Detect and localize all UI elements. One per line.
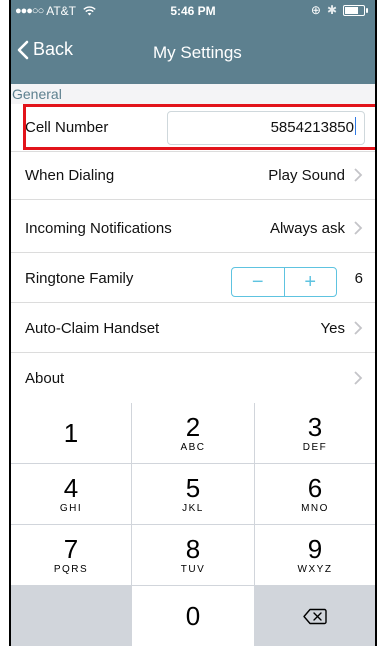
status-bar: ●●●○○ AT&T 5:46 PM ⊕ ✱	[11, 0, 375, 22]
page-title: My Settings	[153, 43, 242, 62]
cell-number-input[interactable]: 5854213850	[167, 111, 365, 145]
stepper-increment-button[interactable]: +	[283, 268, 337, 296]
key-letters: ABC	[180, 441, 206, 453]
key-8[interactable]: 8 TUV	[132, 525, 254, 585]
key-number: 5	[185, 472, 201, 503]
key-letters: GHI	[59, 502, 83, 514]
key-number: 7	[63, 533, 79, 564]
auto-claim-value: Yes	[320, 320, 345, 337]
key-number: 1	[63, 418, 79, 448]
key-4[interactable]: 4 GHI	[11, 464, 131, 524]
top-bar: ●●●○○ AT&T 5:46 PM ⊕ ✱ Back My Settings	[11, 0, 375, 84]
chevron-right-icon	[354, 168, 363, 182]
key-9[interactable]: 9 WXYZ	[255, 525, 375, 585]
text-cursor	[355, 117, 356, 135]
setting-row-ringtone-family: Ringtone Family − + 6	[11, 255, 375, 303]
status-icons: ⊕ ✱	[310, 3, 368, 17]
key-number: 4	[63, 472, 79, 503]
device-frame-right	[375, 0, 377, 646]
key-letters: MNO	[301, 502, 329, 514]
key-letters: DEF	[302, 441, 328, 453]
ringtone-family-value: 6	[354, 270, 363, 287]
bluetooth-icon: ✱	[326, 3, 337, 17]
auto-claim-label: Auto-Claim Handset	[25, 320, 160, 337]
cell-number-label: Cell Number	[25, 119, 109, 136]
chevron-right-icon	[354, 221, 363, 235]
chevron-right-icon	[354, 321, 363, 335]
setting-row-about[interactable]: About	[11, 355, 375, 403]
orientation-lock-icon: ⊕	[310, 3, 321, 17]
app-screen: ●●●○○ AT&T 5:46 PM ⊕ ✱ Back My Settings …	[11, 0, 375, 646]
chevron-left-icon	[17, 40, 29, 59]
stepper-decrement-button[interactable]: −	[232, 268, 284, 296]
key-7[interactable]: 7 PQRS	[11, 525, 131, 585]
key-2[interactable]: 2 ABC	[132, 403, 254, 463]
cell-number-value: 5854213850	[270, 119, 354, 136]
setting-row-auto-claim[interactable]: Auto-Claim Handset Yes	[11, 305, 375, 353]
key-6[interactable]: 6 MNO	[255, 464, 375, 524]
key-number: 6	[307, 472, 323, 503]
key-0[interactable]: 0	[132, 586, 254, 646]
section-header-general: General	[11, 84, 375, 104]
key-letters: TUV	[180, 563, 206, 575]
key-letters: WXYZ	[297, 563, 333, 575]
back-label: Back	[33, 39, 74, 59]
key-number: 0	[185, 601, 201, 631]
key-number: 3	[307, 411, 323, 442]
navigation-bar: Back My Settings	[11, 30, 375, 76]
key-letters: PQRS	[53, 563, 89, 575]
key-1[interactable]: 1	[11, 403, 131, 463]
key-number: 8	[185, 533, 201, 564]
back-button[interactable]: Back	[17, 39, 73, 60]
key-3[interactable]: 3 DEF	[255, 403, 375, 463]
setting-row-when-dialing[interactable]: When Dialing Play Sound	[11, 152, 375, 200]
key-5[interactable]: 5 JKL	[132, 464, 254, 524]
when-dialing-value: Play Sound	[268, 167, 345, 184]
ringtone-family-label: Ringtone Family	[25, 270, 134, 287]
backspace-icon	[303, 608, 327, 624]
when-dialing-label: When Dialing	[25, 167, 115, 184]
key-blank	[11, 586, 131, 646]
incoming-notifications-label: Incoming Notifications	[25, 220, 172, 237]
key-number: 9	[307, 533, 323, 564]
numeric-keypad: 1 2 ABC 3 DEF 4 GHI 5 JKL 6 MNO 7 PQRS 8…	[11, 403, 375, 646]
incoming-notifications-value: Always ask	[269, 220, 345, 237]
delete-button[interactable]	[255, 586, 375, 646]
key-number: 2	[185, 411, 201, 442]
chevron-right-icon	[354, 371, 363, 385]
key-letters: JKL	[182, 502, 204, 514]
about-label: About	[25, 370, 65, 387]
ringtone-stepper: − +	[231, 267, 337, 297]
setting-row-incoming-notifications[interactable]: Incoming Notifications Always ask	[11, 205, 375, 253]
battery-icon	[343, 4, 368, 16]
